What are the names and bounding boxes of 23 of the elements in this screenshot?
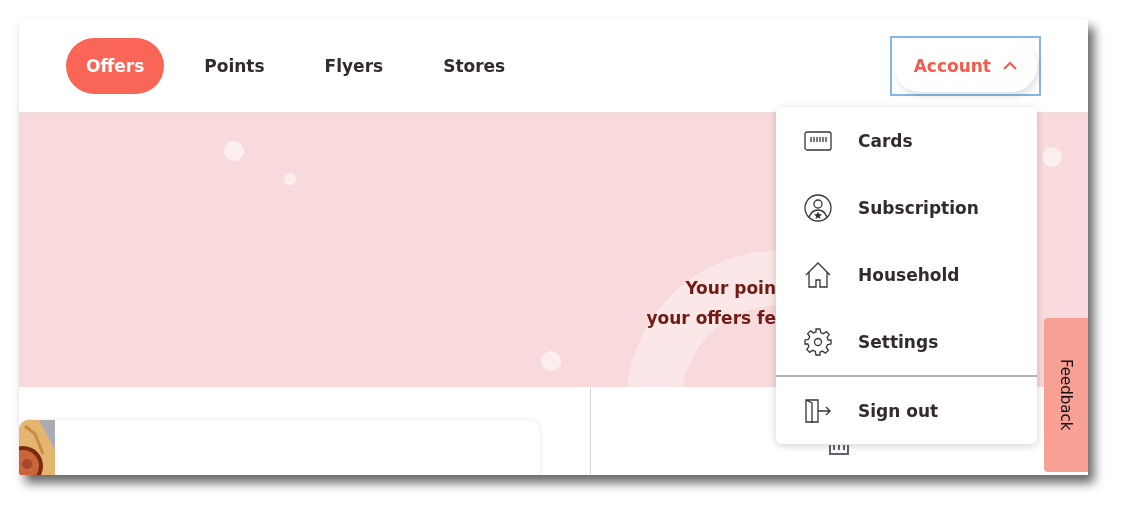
banner-text: Your poin your offers fe xyxy=(645,277,776,330)
settings-icon xyxy=(804,327,832,356)
nav-tab[interactable]: Flyers xyxy=(304,37,404,94)
bubble xyxy=(1042,147,1062,167)
menu-item[interactable]: Cards xyxy=(776,107,1037,174)
menu-item[interactable]: Subscription xyxy=(776,174,1037,241)
menu-item-label: Household xyxy=(858,264,960,285)
sign-out-icon xyxy=(804,397,832,424)
offer-card[interactable] xyxy=(19,420,540,475)
menu-item[interactable]: Household xyxy=(776,241,1037,308)
store-icon xyxy=(828,445,850,455)
menu-item-label: Cards xyxy=(858,130,913,151)
menu-item-label: Subscription xyxy=(858,197,979,218)
menu-item[interactable]: Settings xyxy=(776,308,1037,375)
caret-icon xyxy=(1003,61,1017,70)
house-icon xyxy=(804,261,832,288)
nav-tab[interactable]: Points xyxy=(184,37,285,94)
nav-tab[interactable]: Stores xyxy=(423,37,526,94)
menu-item[interactable]: Sign out xyxy=(776,377,1037,444)
menu-item-label: Settings xyxy=(858,331,939,352)
menu-item-label: Sign out xyxy=(858,400,939,421)
feedback-tab[interactable]: Feedback xyxy=(1044,318,1088,472)
card-icon xyxy=(804,130,832,151)
